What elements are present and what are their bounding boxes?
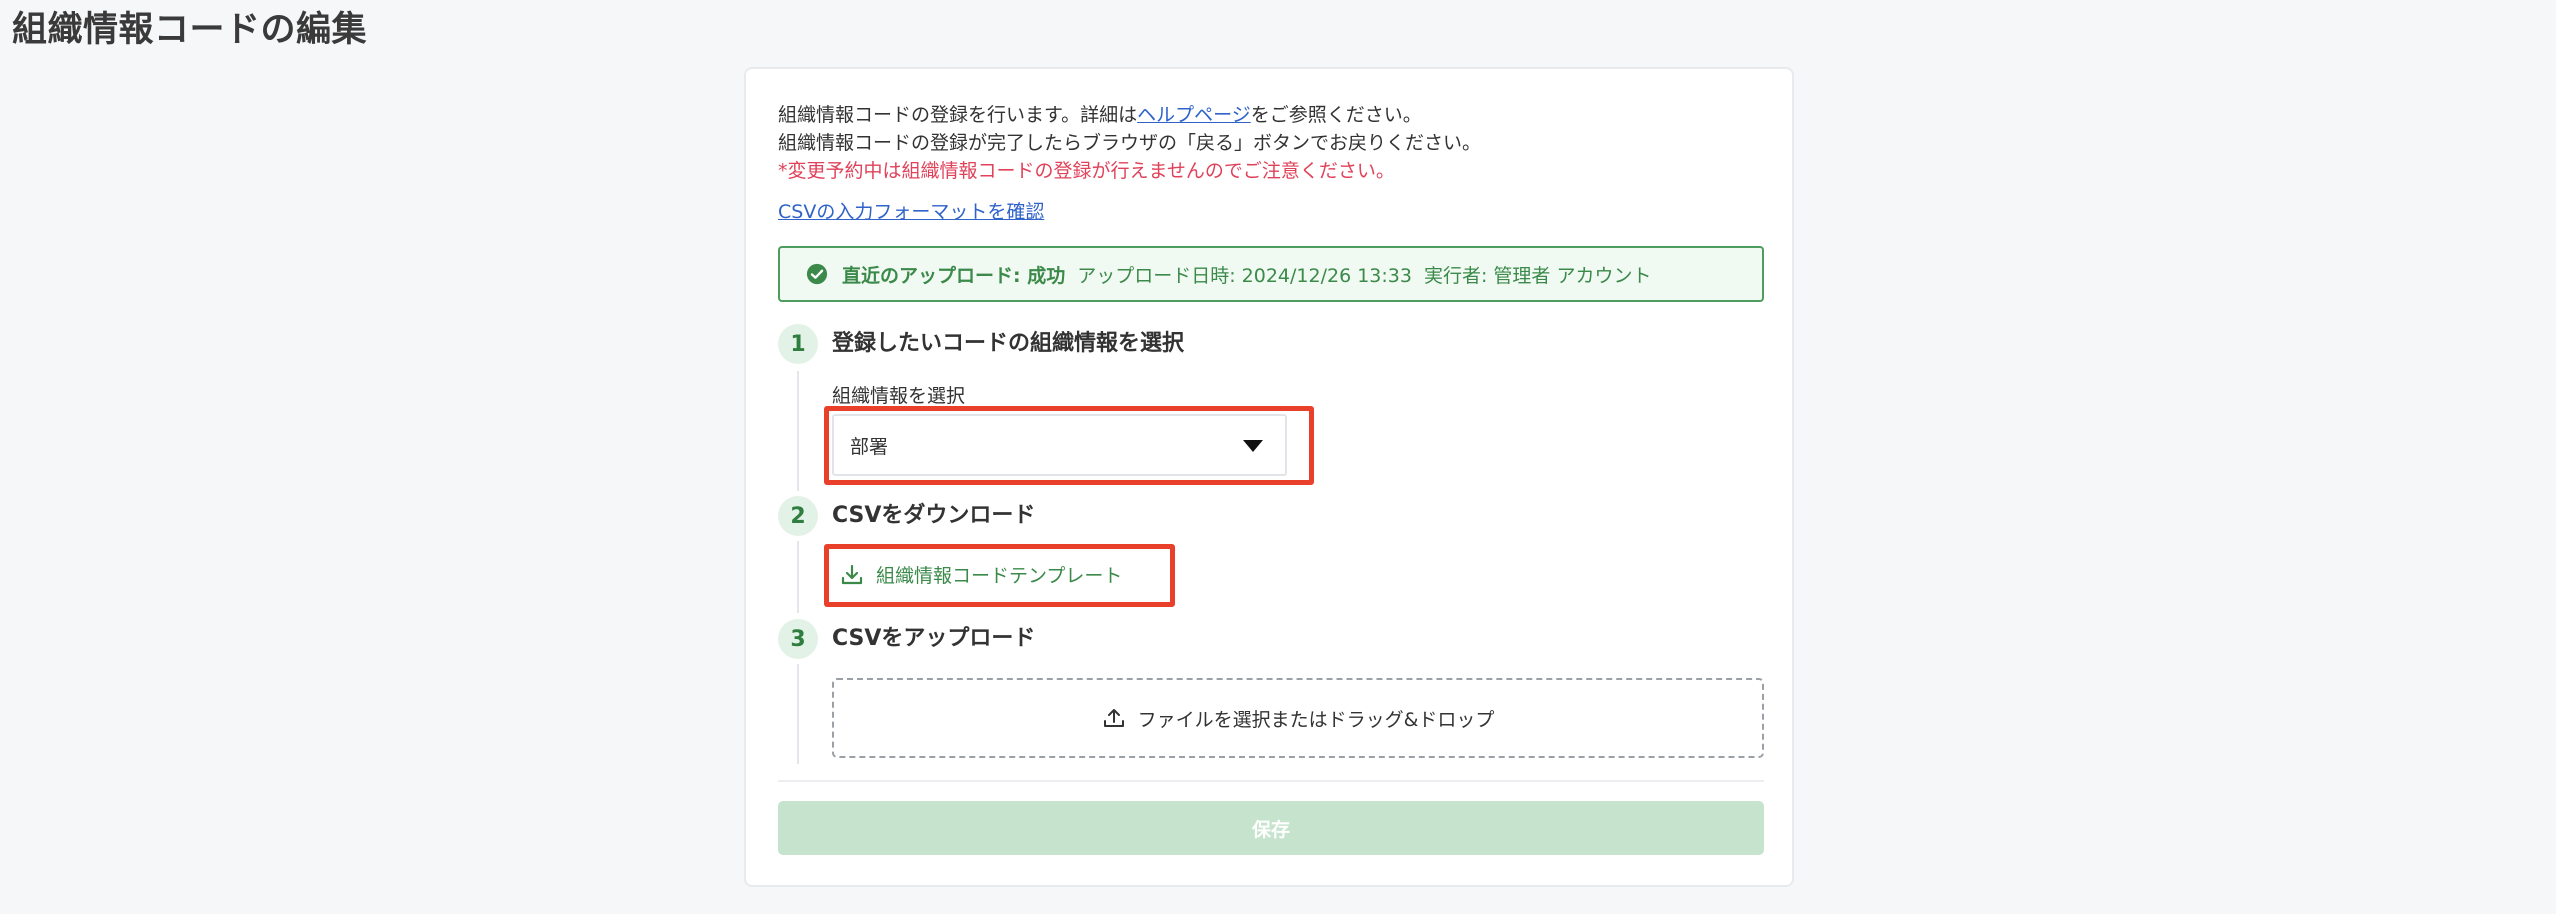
status-label: 直近のアップロード: 成功	[842, 264, 1066, 287]
step-3-connector	[797, 664, 799, 764]
download-icon	[841, 564, 863, 584]
template-download-link[interactable]: 組織情報コードテンプレート	[840, 561, 1122, 588]
intro-line-1-after: をご参照ください。	[1250, 104, 1422, 126]
step-2-connector	[797, 541, 799, 613]
step-1-connector	[797, 371, 799, 491]
status-datetime: アップロード日時: 2024/12/26 13:33	[1077, 264, 1412, 287]
step-1-number: 1	[778, 324, 818, 364]
help-page-link[interactable]: ヘルプページ	[1137, 104, 1251, 126]
upload-status-banner: 直近のアップロード: 成功 アップロード日時: 2024/12/26 13:33…	[778, 246, 1764, 302]
page-title: 組織情報コードの編集	[12, 10, 368, 50]
step-2-title: CSVをダウンロード	[832, 503, 1036, 528]
save-button[interactable]: 保存	[778, 801, 1764, 855]
edit-card: 組織情報コードの登録を行います。詳細はヘルプページをご参照ください。 組織情報コ…	[744, 67, 1794, 887]
step-3-title: CSVをアップロード	[832, 626, 1036, 651]
org-info-select[interactable]: 部署	[832, 414, 1287, 476]
divider	[778, 780, 1764, 782]
org-info-select-value: 部署	[850, 435, 889, 458]
intro-line-2: 組織情報コードの登録が完了したらブラウザの「戻る」ボタンでお戻りください。	[778, 132, 1482, 154]
csv-upload-dropzone[interactable]: ファイルを選択またはドラッグ&ドロップ	[832, 678, 1764, 758]
intro-line-1-before: 組織情報コードの登録を行います。詳細は	[778, 104, 1138, 126]
upload-icon	[1103, 709, 1124, 727]
check-circle-icon	[806, 263, 828, 285]
csv-format-link[interactable]: CSVの入力フォーマットを確認	[778, 198, 1044, 226]
caret-down-icon	[1243, 440, 1263, 452]
dropzone-label: ファイルを選択またはドラッグ&ドロップ	[1137, 708, 1495, 731]
template-download-label: 組織情報コードテンプレート	[876, 565, 1123, 587]
step-1-title: 登録したいコードの組織情報を選択	[832, 331, 1185, 356]
step-3-number: 3	[778, 619, 818, 659]
status-executor: 実行者: 管理者 アカウント	[1423, 264, 1652, 287]
intro-text: 組織情報コードの登録を行います。詳細はヘルプページをご参照ください。 組織情報コ…	[778, 101, 1481, 185]
step-2-number: 2	[778, 496, 818, 536]
intro-line-1: 組織情報コードの登録を行います。詳細はヘルプページをご参照ください。	[778, 101, 1481, 129]
warning-text: *変更予約中は組織情報コードの登録が行えませんのでご注意ください。	[778, 160, 1395, 182]
